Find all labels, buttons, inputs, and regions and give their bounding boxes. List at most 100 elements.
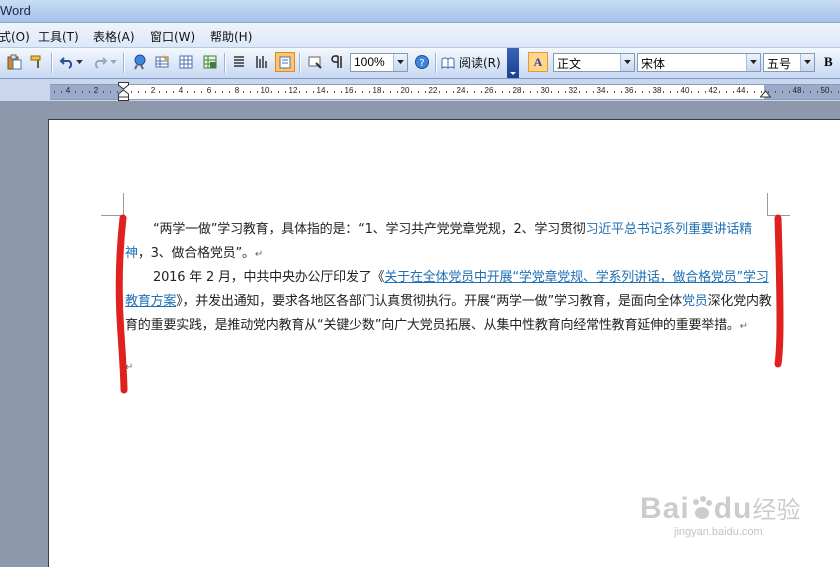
p2-text-b: 》，并发出通知，要求各地区各部门认真贯彻执行。开展“两学一做”学习教育，是面向全… [176, 294, 682, 309]
ruler-tick [481, 91, 482, 93]
ruler-tick-label: 30 [540, 86, 550, 95]
ruler-tick [831, 91, 832, 93]
ruler-tick-label: 48 [792, 86, 802, 95]
ruler-tick [586, 91, 587, 93]
menu-window[interactable]: 窗口(W) [150, 28, 195, 45]
ruler-tick-label: 14 [316, 86, 326, 95]
menu-format[interactable]: 式(O) [0, 28, 30, 45]
insert-table-icon[interactable] [176, 52, 196, 72]
ruler-tick-label: 44 [736, 86, 746, 95]
ruler-tick-label: 32 [568, 86, 578, 95]
style-select[interactable]: 正文 [553, 53, 635, 72]
paw-icon [692, 496, 712, 519]
ruler-tick [278, 91, 279, 93]
ruler-tick [537, 91, 538, 93]
font-size-select[interactable]: 五号 [763, 53, 815, 72]
ruler-tick-label: 8 [234, 86, 240, 95]
paragraph-2[interactable]: 2016 年 2 月，中共中央办公厅印发了《关于在全体党员中开展“学党章党规、学… [125, 266, 773, 339]
ruler-tick [390, 91, 391, 93]
ruler-tick [474, 91, 475, 93]
ruler-tick [215, 91, 216, 93]
ruler-tick-label: 28 [512, 86, 522, 95]
document-map-icon[interactable] [275, 52, 295, 72]
chevron-down-icon[interactable] [800, 54, 814, 71]
ruler-tick [201, 91, 202, 93]
menu-help[interactable]: 帮助(H) [210, 28, 252, 45]
ruler-tick [229, 91, 230, 93]
columns-icon[interactable] [229, 52, 249, 72]
insert-excel-icon[interactable] [200, 52, 220, 72]
horizontal-ruler[interactable]: 4 2 2 4 6 8 10 12 14 16 18 20 22 24 26 28 30 32 34 36 38 40 42… [50, 84, 840, 100]
ruler-tick [579, 91, 580, 93]
ruler-tick [733, 91, 734, 93]
show-hide-icon[interactable] [305, 52, 325, 72]
ruler-tick [131, 91, 132, 93]
hyperlink-icon[interactable] [130, 52, 150, 72]
toolbar-options-handle[interactable] [507, 48, 519, 78]
ruler-tick-label: 20 [400, 86, 410, 95]
ruler-tick-label: 4 [65, 86, 71, 95]
title-bar: Word [0, 0, 840, 23]
ruler-tick [362, 91, 363, 93]
style-value: 正文 [557, 57, 582, 71]
ruler-tick [789, 91, 790, 93]
ruler-tick-label: 38 [652, 86, 662, 95]
chevron-down-icon[interactable] [620, 54, 634, 71]
menu-bar: 式(O) 工具(T) 表格(A) 窗口(W) 帮助(H) [0, 23, 840, 48]
ruler-tick [838, 91, 839, 93]
indent-marker-icon[interactable] [118, 82, 129, 101]
read-button[interactable]: 阅读(R) [440, 52, 506, 73]
ruler-tick [250, 91, 251, 93]
menu-table[interactable]: 表格(A) [93, 28, 135, 45]
ruler-tick [642, 91, 643, 93]
ruler-tick [159, 91, 160, 93]
pilcrow-icon[interactable] [327, 52, 347, 72]
ruler-tick [425, 91, 426, 93]
chevron-down-icon[interactable] [746, 54, 760, 71]
ruler-tick [593, 91, 594, 93]
menu-tools[interactable]: 工具(T) [38, 28, 79, 45]
ruler-tick [271, 91, 272, 93]
ruler-tick-label: 36 [624, 86, 634, 95]
ruler-tick [446, 91, 447, 93]
ruler-tick-label: 50 [820, 86, 830, 95]
window-title: Word [0, 3, 31, 18]
ruler-tick [719, 91, 720, 93]
redo-icon[interactable] [90, 52, 110, 72]
paste-icon[interactable] [4, 52, 24, 72]
bold-button[interactable]: B [824, 54, 833, 70]
ruler-tick [621, 91, 622, 93]
ruler-tick [705, 91, 706, 93]
p2-text-a: 2016 年 2 月，中共中央办公厅印发了《 [153, 270, 385, 285]
paragraph-1[interactable]: “两学一做”学习教育，具体指的是：“1、学习共产党党章党规，2、学习贯彻习近平总… [125, 218, 773, 267]
tables-borders-icon[interactable] [152, 52, 172, 72]
ruler-tick-label: 42 [708, 86, 718, 95]
ruler-tick [75, 91, 76, 93]
help-icon[interactable]: ? [412, 52, 432, 72]
ruler-tick [138, 91, 139, 93]
ruler-tick [383, 91, 384, 93]
ruler-tick [677, 91, 678, 93]
font-size-value: 五号 [767, 57, 792, 71]
ruler-tick [313, 91, 314, 93]
p2-link-party-members[interactable]: 党员 [682, 294, 708, 309]
left-annotation-bracket [115, 214, 128, 394]
right-indent-marker-icon[interactable] [760, 86, 771, 98]
formatting-toolbar: 100% ? 阅读(R) A 正文 宋体 五号 B [0, 48, 840, 79]
format-painter-icon[interactable] [27, 52, 47, 72]
styles-formatting-icon[interactable]: A [528, 52, 548, 72]
right-annotation-bracket [774, 214, 784, 368]
ruler-tick [397, 91, 398, 93]
ruler-tick-label: 2 [93, 86, 99, 95]
ruler-tick-label: 34 [596, 86, 606, 95]
read-label: 阅读(R) [459, 56, 501, 70]
font-select[interactable]: 宋体 [637, 53, 761, 72]
drawing-icon[interactable] [252, 52, 272, 72]
zoom-select[interactable]: 100% [350, 53, 408, 72]
redo-dropdown-icon[interactable] [108, 52, 118, 72]
ruler-tick [670, 91, 671, 93]
chevron-down-icon[interactable] [393, 54, 407, 71]
ruler-tick [334, 91, 335, 93]
undo-dropdown-icon[interactable] [74, 52, 84, 72]
ruler-tick [551, 91, 552, 93]
